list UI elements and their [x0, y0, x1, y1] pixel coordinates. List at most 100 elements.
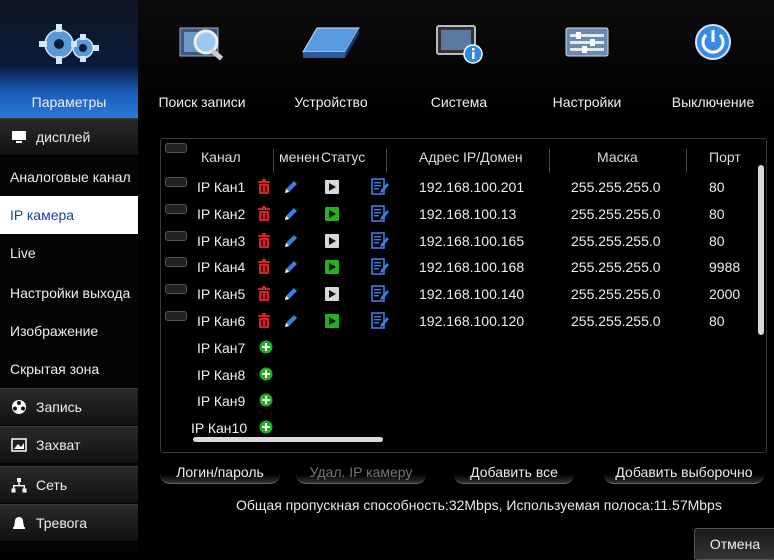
column-divider	[273, 149, 274, 173]
edit-config-icon[interactable]	[371, 178, 389, 199]
table-row[interactable]: IP Кан3 192.168.100.165 255.255.255.0 80	[161, 229, 751, 255]
status-play-icon	[325, 180, 339, 197]
tab-shutdown[interactable]: Выключение	[652, 0, 774, 118]
record-reel-icon	[10, 398, 28, 416]
subnet-mask: 255.255.255.0	[571, 232, 661, 249]
sidebar-item-label: Тревога	[36, 515, 87, 531]
ip-address: 192.168.100.13	[419, 205, 517, 222]
table-row[interactable]: IP Кан6 192.168.100.120 255.255.255.0 80	[161, 309, 751, 335]
table-row[interactable]: IP Кан4 192.168.100.168 255.255.255.0 9988	[161, 255, 751, 281]
port-value: 80	[709, 232, 725, 249]
row-checkbox[interactable]	[165, 203, 187, 214]
vertical-scrollbar[interactable]	[757, 145, 765, 445]
table-row[interactable]: IP Кан8	[161, 363, 751, 389]
hard-drive-icon	[299, 22, 363, 67]
row-checkbox[interactable]	[165, 257, 187, 268]
delete-icon[interactable]	[257, 232, 271, 252]
channel-name: IP Кан6	[197, 313, 246, 329]
channel-name: IP Кан4	[197, 259, 246, 276]
settings-panel-icon	[562, 22, 612, 67]
delete-icon[interactable]	[257, 179, 271, 198]
subnet-mask: 255.255.255.0	[571, 179, 661, 195]
tab-settings[interactable]: Настройки	[522, 0, 652, 118]
add-channel-icon[interactable]	[259, 340, 273, 357]
table-row[interactable]: IP Кан7	[161, 336, 751, 362]
tab-label: Поиск записи	[158, 94, 246, 110]
tab-search-records[interactable]: Поиск записи	[138, 0, 266, 118]
sidebar-item-record[interactable]: Запись	[0, 388, 138, 426]
delete-ip-camera-button[interactable]: Удал. IP камеру	[296, 461, 426, 484]
subnet-mask: 255.255.255.0	[571, 259, 661, 276]
delete-icon[interactable]	[257, 205, 271, 225]
channel-name: IP Кан2	[197, 205, 246, 222]
ip-address: 192.168.100.140	[419, 286, 525, 303]
sidebar-item-label: Настройки выхода	[10, 285, 131, 301]
tab-system[interactable]: Система	[396, 0, 522, 118]
edit-config-icon[interactable]	[371, 231, 389, 253]
sidebar-item-ip-camera[interactable]: IP камера	[0, 196, 138, 234]
sidebar-item-label: Запись	[36, 399, 82, 415]
delete-icon[interactable]	[257, 259, 271, 278]
add-all-button[interactable]: Добавить все	[454, 461, 574, 484]
sidebar-item-alarm[interactable]: Тревога	[0, 504, 138, 542]
sidebar-item-capture[interactable]: Захват	[0, 426, 138, 464]
edit-pencil-icon[interactable]	[283, 286, 299, 305]
edit-pencil-icon[interactable]	[283, 233, 299, 252]
edit-pencil-icon[interactable]	[283, 206, 299, 225]
edit-pencil-icon[interactable]	[283, 313, 299, 332]
sidebar-item-network[interactable]: Сеть	[0, 466, 138, 504]
add-selected-button[interactable]: Добавить выборочно	[604, 461, 764, 484]
port-value: 2000	[709, 286, 741, 303]
status-play-icon	[325, 260, 339, 277]
ip-address: 192.168.100.201	[419, 179, 525, 195]
table-row[interactable]: IP Кан2 192.168.100.13 255.255.255.0 80	[161, 202, 751, 228]
sidebar-item-live[interactable]: Live	[0, 234, 138, 272]
sidebar: дисплей Аналоговые канал IP камера Live …	[0, 118, 138, 552]
sidebar-item-image[interactable]: Изображение	[0, 312, 138, 350]
channel-name: IP Кан3	[197, 232, 246, 249]
tab-parameters[interactable]: Параметры	[0, 0, 138, 118]
scrollbar-thumb[interactable]	[193, 437, 383, 442]
sidebar-item-label: IP камера	[10, 207, 75, 223]
add-channel-icon[interactable]	[259, 367, 273, 384]
login-password-button[interactable]: Логин/пароль	[160, 461, 280, 484]
status-play-icon	[325, 233, 339, 251]
edit-pencil-icon[interactable]	[283, 179, 299, 198]
subnet-mask: 255.255.255.0	[571, 205, 661, 222]
row-checkbox[interactable]	[165, 177, 187, 187]
alarm-icon	[10, 514, 28, 532]
cancel-button[interactable]: Отмена	[694, 528, 774, 560]
column-header-mask: Маска	[597, 149, 638, 165]
ip-address: 192.168.100.165	[419, 232, 525, 249]
delete-icon[interactable]	[257, 313, 271, 332]
table-row[interactable]: IP Кан5 192.168.100.140 255.255.255.0 2000	[161, 282, 751, 308]
delete-icon[interactable]	[257, 286, 271, 305]
tab-label: Настройки	[552, 94, 622, 110]
edit-pencil-icon[interactable]	[283, 259, 299, 278]
port-value: 80	[709, 205, 725, 222]
edit-config-icon[interactable]	[371, 312, 389, 333]
table-row[interactable]: IP Кан9	[161, 389, 751, 415]
tab-label: Параметры	[31, 94, 107, 110]
edit-config-icon[interactable]	[371, 285, 389, 306]
tab-label: Выключение	[671, 94, 755, 110]
add-channel-icon[interactable]	[259, 393, 273, 410]
sidebar-item-display[interactable]: дисплей	[0, 118, 138, 156]
row-checkbox[interactable]	[165, 230, 187, 241]
sidebar-item-output-settings[interactable]: Настройки выхода	[0, 274, 138, 312]
edit-config-icon[interactable]	[371, 258, 389, 279]
sidebar-item-privacy-zone[interactable]: Скрытая зона	[0, 350, 138, 388]
tab-device[interactable]: Устройство	[266, 0, 396, 118]
row-checkbox[interactable]	[165, 284, 187, 295]
edit-config-icon[interactable]	[371, 204, 389, 226]
scrollbar-thumb[interactable]	[758, 165, 764, 335]
table-row[interactable]: IP Кан1 192.168.100.201 255.255.255.0 80	[161, 175, 751, 201]
status-play-icon	[325, 206, 339, 224]
tab-label: Система	[430, 94, 488, 110]
select-all-checkbox[interactable]	[165, 143, 187, 153]
row-checkbox[interactable]	[165, 311, 187, 321]
camera-table: Канал менен Статус Адрес IP/Домен Маска …	[160, 138, 767, 453]
sidebar-item-analog-channel[interactable]: Аналоговые канал	[0, 158, 138, 196]
ip-address: 192.168.100.120	[419, 313, 525, 329]
horizontal-scrollbar[interactable]	[163, 435, 753, 443]
